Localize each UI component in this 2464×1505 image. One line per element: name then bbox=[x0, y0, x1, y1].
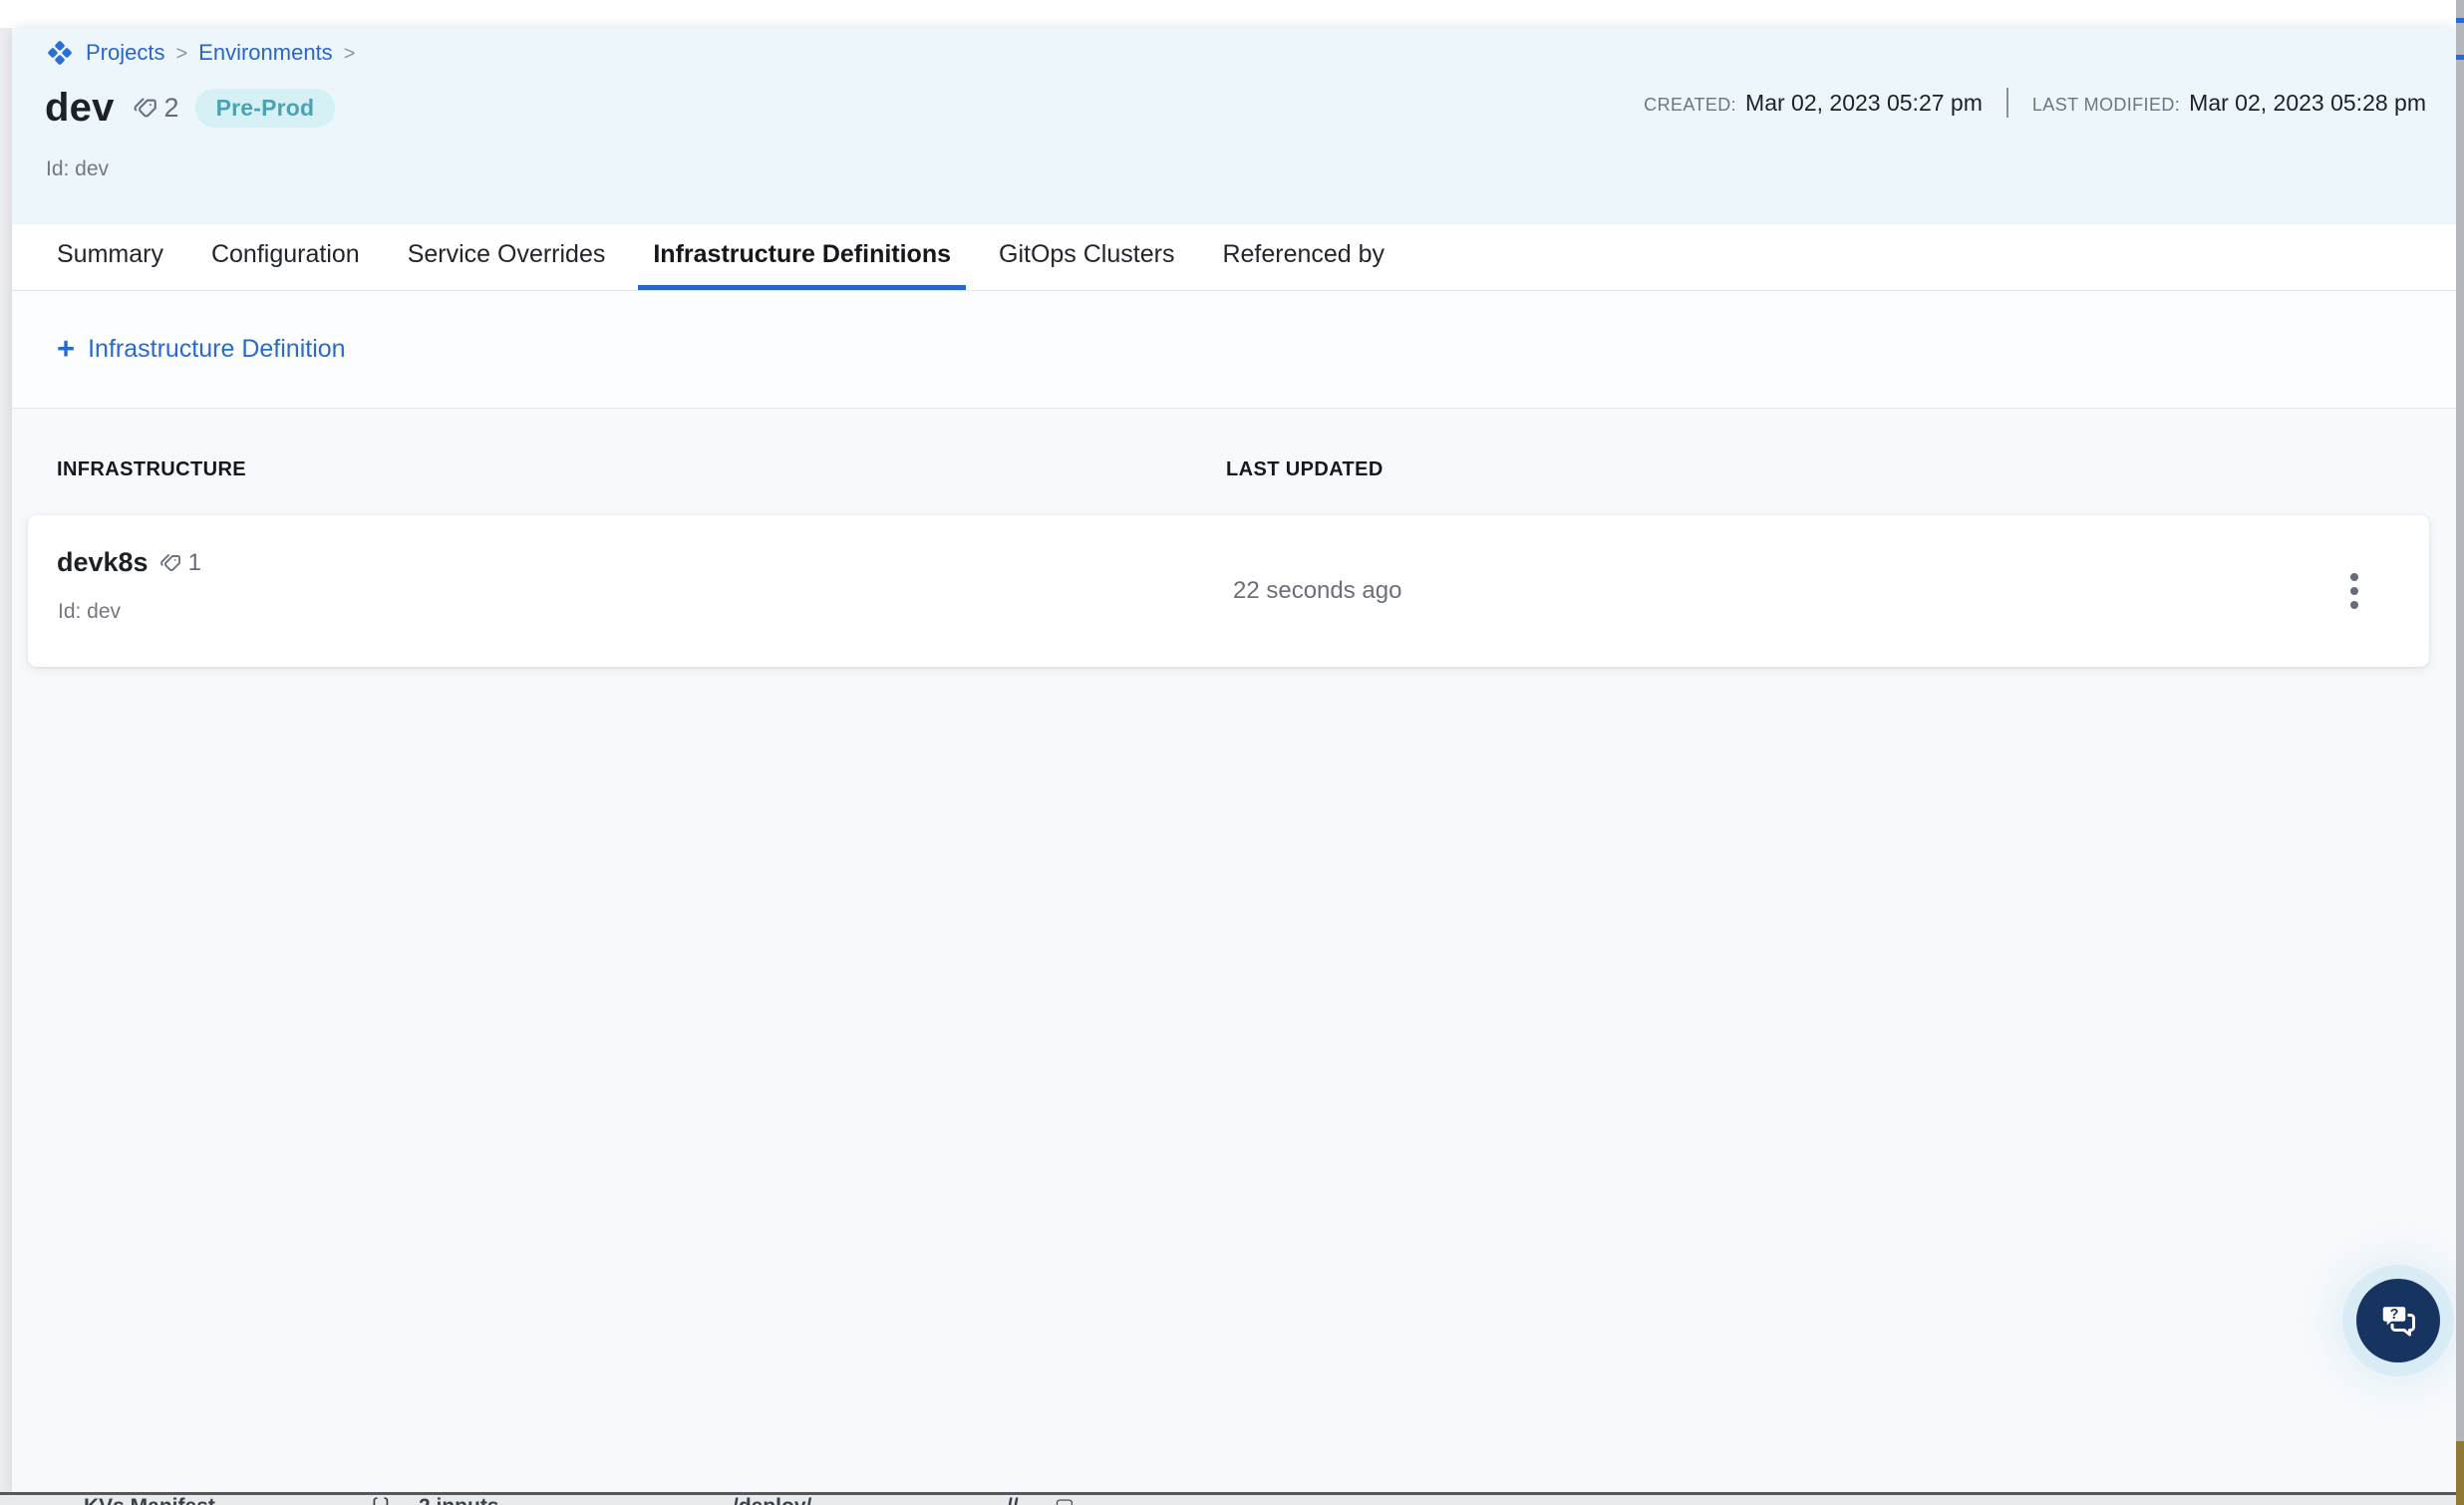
created-meta: CREATED: Mar 02, 2023 05:27 pm bbox=[1644, 90, 1983, 117]
environment-tag-count: 2 bbox=[164, 93, 179, 124]
breadcrumb-separator: > bbox=[175, 41, 187, 66]
page-title: dev bbox=[45, 86, 115, 131]
infrastructure-definitions-content: + Infrastructure Definition INFRASTRUCTU… bbox=[12, 291, 2456, 1492]
tab-referenced-by[interactable]: Referenced by bbox=[1207, 224, 1399, 290]
breadcrumb-separator: > bbox=[344, 41, 356, 66]
plus-icon: + bbox=[57, 333, 75, 367]
help-chat-button[interactable]: ? bbox=[2356, 1279, 2440, 1362]
background-fragment: 2 inputs bbox=[419, 1495, 499, 1505]
meta-divider bbox=[2006, 88, 2008, 118]
created-value: Mar 02, 2023 05:27 pm bbox=[1745, 90, 1983, 117]
environment-type-badge: Pre-Prod bbox=[195, 89, 336, 128]
background-braces-icon: { } bbox=[371, 1495, 391, 1505]
environment-tags-chip: 2 bbox=[131, 93, 179, 124]
help-chat-icon: ? bbox=[2376, 1299, 2420, 1343]
edge-artifact bbox=[2456, 55, 2464, 60]
table-row[interactable]: devk8s 1 Id: dev 22 seconds ago bbox=[28, 515, 2429, 667]
tab-configuration[interactable]: Configuration bbox=[196, 224, 375, 290]
infrastructure-name-cell: devk8s 1 bbox=[57, 547, 201, 578]
column-header-infrastructure: INFRASTRUCTURE bbox=[57, 458, 1226, 481]
environment-title-row: dev 2 Pre-Prod bbox=[45, 86, 335, 131]
infrastructure-id: Id: dev bbox=[58, 600, 121, 624]
environment-header: Projects > Environments > dev 2 Pre-Prod… bbox=[12, 28, 2456, 224]
background-fragment: KVs Manifest bbox=[84, 1495, 215, 1505]
infrastructure-tag-count: 1 bbox=[188, 549, 201, 577]
edge-artifact bbox=[2456, 1441, 2464, 1505]
window-left-edge bbox=[0, 28, 12, 1492]
environment-tabs: Summary Configuration Service Overrides … bbox=[12, 224, 2456, 291]
breadcrumb: Projects > Environments > bbox=[45, 38, 355, 68]
kebab-menu-icon bbox=[2350, 573, 2358, 581]
infrastructure-tags-chip: 1 bbox=[157, 549, 201, 577]
tab-infrastructure-definitions[interactable]: Infrastructure Definitions bbox=[638, 224, 966, 290]
window-right-edge bbox=[2456, 0, 2464, 1505]
row-options-menu-button[interactable] bbox=[2324, 515, 2384, 667]
svg-text:?: ? bbox=[2390, 1307, 2399, 1323]
harness-project-icon bbox=[45, 38, 75, 68]
environment-details-panel: Projects > Environments > dev 2 Pre-Prod… bbox=[12, 28, 2456, 1492]
add-infrastructure-definition-label: Infrastructure Definition bbox=[88, 335, 345, 364]
breadcrumb-environments-link[interactable]: Environments bbox=[198, 40, 333, 66]
last-modified-label: LAST MODIFIED: bbox=[2032, 95, 2180, 116]
tab-gitops-clusters[interactable]: GitOps Clusters bbox=[984, 224, 1189, 290]
action-bar: + Infrastructure Definition bbox=[12, 291, 2456, 409]
breadcrumb-projects-link[interactable]: Projects bbox=[86, 40, 164, 66]
column-header-last-updated: LAST UPDATED bbox=[1226, 458, 1384, 481]
environment-meta: CREATED: Mar 02, 2023 05:27 pm LAST MODI… bbox=[1644, 88, 2426, 118]
tags-icon bbox=[131, 95, 157, 122]
table-header-row: INFRASTRUCTURE LAST UPDATED bbox=[12, 409, 2456, 481]
edge-artifact bbox=[2456, 18, 2464, 23]
last-modified-value: Mar 02, 2023 05:28 pm bbox=[2189, 90, 2426, 117]
tab-service-overrides[interactable]: Service Overrides bbox=[393, 224, 621, 290]
last-modified-meta: LAST MODIFIED: Mar 02, 2023 05:28 pm bbox=[2032, 90, 2426, 117]
add-infrastructure-definition-button[interactable]: + Infrastructure Definition bbox=[57, 333, 346, 367]
created-label: CREATED: bbox=[1644, 95, 1736, 116]
kebab-menu-icon bbox=[2350, 601, 2358, 609]
kebab-menu-icon bbox=[2350, 587, 2358, 595]
infrastructure-name: devk8s bbox=[57, 547, 149, 578]
background-fragment: /deploy/ bbox=[733, 1495, 811, 1505]
tab-summary[interactable]: Summary bbox=[42, 224, 178, 290]
last-updated-cell: 22 seconds ago bbox=[1233, 515, 1401, 667]
tags-icon bbox=[157, 551, 181, 575]
background-square-icon: ▢ bbox=[1055, 1495, 1075, 1505]
background-page-sliver: KVs Manifest { } 2 inputs /deploy/ // ▢ bbox=[0, 1492, 2456, 1505]
environment-id: Id: dev bbox=[46, 157, 109, 181]
background-fragment: // bbox=[1007, 1495, 1019, 1505]
